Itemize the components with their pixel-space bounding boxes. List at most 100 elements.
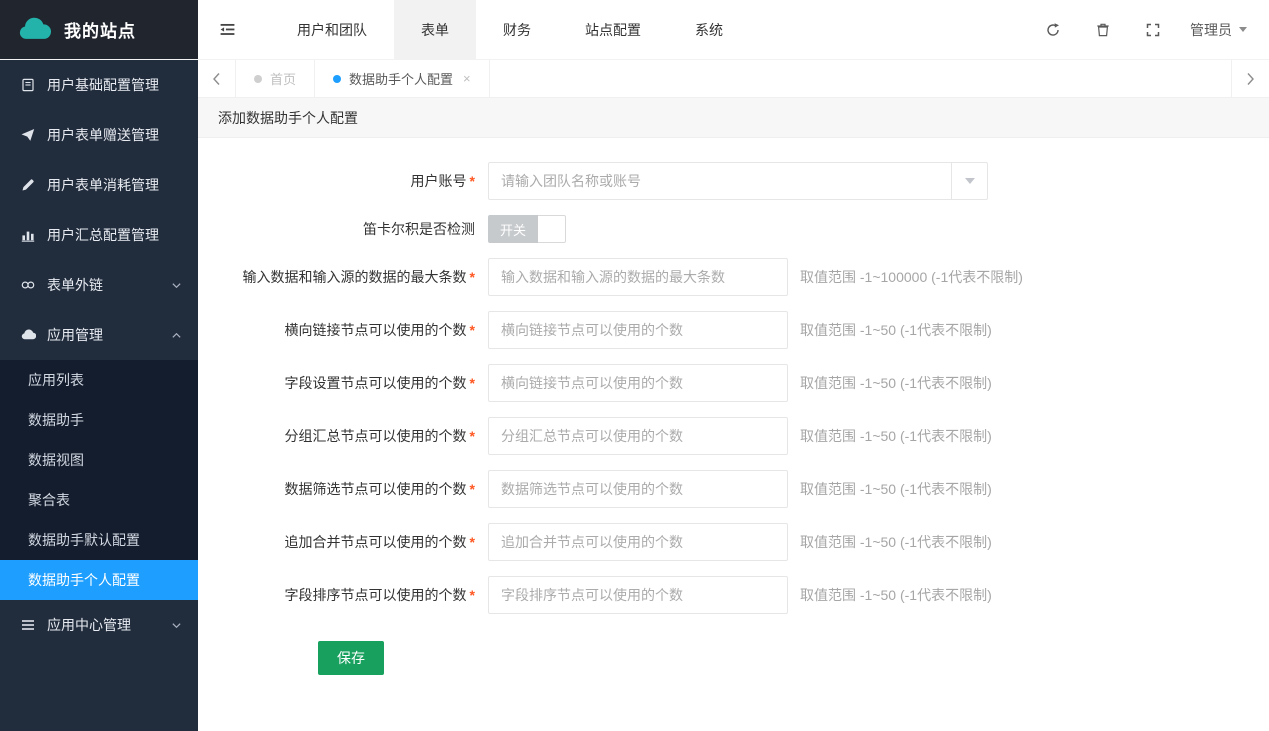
refresh-button[interactable] [1028,0,1078,59]
field-label: 追加合并节点可以使用的个数* [198,532,488,552]
topnav-site-config[interactable]: 站点配置 [558,0,668,59]
append-merge-nodes-input[interactable] [488,523,788,561]
field-hint: 取值范围 -1~50 (-1代表不限制) [800,320,992,340]
page-title: 添加数据助手个人配置 [218,108,358,128]
top-navigation: 用户和团队 表单 财务 站点配置 系统 [270,0,750,59]
sidebar-item-label: 用户汇总配置管理 [47,225,159,245]
sidebar-item-user-form-consume[interactable]: 用户表单消耗管理 [0,160,198,210]
tab-close-icon[interactable]: × [463,71,471,86]
form-row-field-sort-nodes: 字段排序节点可以使用的个数* 取值范围 -1~50 (-1代表不限制) [198,576,1269,614]
pen-icon [20,177,36,193]
group-summary-nodes-input[interactable] [488,417,788,455]
field-label: 横向链接节点可以使用的个数* [198,320,488,340]
topnav-system[interactable]: 系统 [668,0,750,59]
form-row-data-filter-nodes: 数据筛选节点可以使用的个数* 取值范围 -1~50 (-1代表不限制) [198,470,1269,508]
form-panel: 用户账号* 笛卡尔积是否检测 开关 输入数据和输入源的数据的最大条数* [198,138,1269,731]
required-asterisk: * [470,173,475,189]
site-name: 我的站点 [64,17,136,42]
sidebar-item-form-external-link[interactable]: 表单外链 [0,260,198,310]
form-row-field-setting-nodes: 字段设置节点可以使用的个数* 取值范围 -1~50 (-1代表不限制) [198,364,1269,402]
form-row-account: 用户账号* [198,162,1269,200]
sidebar-item-user-summary-config[interactable]: 用户汇总配置管理 [0,210,198,260]
sidebar-item-app-center-management[interactable]: 应用中心管理 [0,600,198,650]
header-main: 用户和团队 表单 财务 站点配置 系统 [198,0,1269,59]
topnav-forms[interactable]: 表单 [394,0,476,59]
field-sort-nodes-input[interactable] [488,576,788,614]
required-asterisk: * [470,481,475,497]
tabs-scroll-right-button[interactable] [1231,60,1269,97]
chevron-left-icon [212,72,221,86]
sidebar-collapse-button[interactable] [198,0,256,59]
horizontal-link-nodes-input[interactable] [488,311,788,349]
book-icon [20,77,36,93]
topnav-finance[interactable]: 财务 [476,0,558,59]
sidebar-item-user-form-gift[interactable]: 用户表单赠送管理 [0,110,198,160]
field-hint: 取值范围 -1~50 (-1代表不限制) [800,585,992,605]
content-area: 首页 数据助手个人配置 × 添加数据助手个人配置 用户账号* [198,60,1269,731]
chevron-right-icon [1246,72,1255,86]
save-button[interactable]: 保存 [318,641,384,675]
clear-cache-button[interactable] [1078,0,1128,59]
submenu-item-app-list[interactable]: 应用列表 [0,360,198,400]
data-filter-nodes-input[interactable] [488,470,788,508]
app-root: 我的站点 用户和团队 表单 财务 站点配置 系统 [0,0,1269,731]
field-label: 字段设置节点可以使用的个数* [198,373,488,393]
chevron-up-icon [171,330,182,341]
submenu-item-data-helper-default-config[interactable]: 数据助手默认配置 [0,520,198,560]
submenu-item-data-helper[interactable]: 数据助手 [0,400,198,440]
field-label: 数据筛选节点可以使用的个数* [198,479,488,499]
menu-icon [20,617,36,633]
select-dropdown-button[interactable] [951,163,987,199]
max-rows-input[interactable] [488,258,788,296]
chevron-down-icon [1239,27,1247,36]
collapse-menu-icon [219,21,236,38]
admin-menu[interactable]: 管理员 [1178,0,1269,59]
tab-bar: 首页 数据助手个人配置 × [198,60,1269,98]
header: 我的站点 用户和团队 表单 财务 站点配置 系统 [0,0,1269,60]
chevron-down-icon [171,280,182,291]
submenu-item-data-helper-personal-config[interactable]: 数据助手个人配置 [0,560,198,600]
form-row-append-merge-nodes: 追加合并节点可以使用的个数* 取值范围 -1~50 (-1代表不限制) [198,523,1269,561]
toggle-knob [538,215,566,243]
field-label: 字段排序节点可以使用的个数* [198,585,488,605]
page-title-bar: 添加数据助手个人配置 [198,98,1269,138]
field-hint: 取值范围 -1~100000 (-1代表不限制) [800,267,1023,287]
topnav-users-teams[interactable]: 用户和团队 [270,0,394,59]
send-icon [20,127,36,143]
fullscreen-button[interactable] [1128,0,1178,59]
required-asterisk: * [470,534,475,550]
tab-label: 首页 [270,69,296,88]
field-label: 分组汇总节点可以使用的个数* [198,426,488,446]
field-setting-nodes-input[interactable] [488,364,788,402]
header-right: 管理员 [1028,0,1269,59]
submenu-item-data-view[interactable]: 数据视图 [0,440,198,480]
trash-icon [1095,22,1111,38]
link-icon [20,277,36,293]
sidebar-item-app-management[interactable]: 应用管理 [0,310,198,360]
required-asterisk: * [470,428,475,444]
app-management-submenu: 应用列表 数据助手 数据视图 聚合表 数据助手默认配置 数据助手个人配置 [0,360,198,600]
required-asterisk: * [470,587,475,603]
field-hint: 取值范围 -1~50 (-1代表不限制) [800,426,992,446]
field-hint: 取值范围 -1~50 (-1代表不限制) [800,479,992,499]
form-row-cartesian-check: 笛卡尔积是否检测 开关 [198,215,1269,243]
submenu-item-aggregate-table[interactable]: 聚合表 [0,480,198,520]
account-select[interactable] [488,162,988,200]
cloud-icon [20,327,36,343]
account-select-input[interactable] [488,162,988,200]
tab-home[interactable]: 首页 [236,60,315,97]
chart-icon [20,227,36,243]
cartesian-check-toggle[interactable]: 开关 [488,215,566,243]
required-asterisk: * [470,322,475,338]
tab-data-helper-personal-config[interactable]: 数据助手个人配置 × [315,60,490,97]
sidebar-item-label: 应用管理 [47,325,103,345]
toggle-label: 开关 [488,215,538,243]
chevron-down-icon [965,178,975,189]
tabs-scroll-left-button[interactable] [198,60,236,97]
fullscreen-icon [1145,22,1161,38]
sidebar-item-user-base-config[interactable]: 用户基础配置管理 [0,60,198,110]
form-row-group-summary-nodes: 分组汇总节点可以使用的个数* 取值范围 -1~50 (-1代表不限制) [198,417,1269,455]
tab-dot-icon [254,75,262,83]
required-asterisk: * [470,375,475,391]
logo[interactable]: 我的站点 [0,0,198,59]
